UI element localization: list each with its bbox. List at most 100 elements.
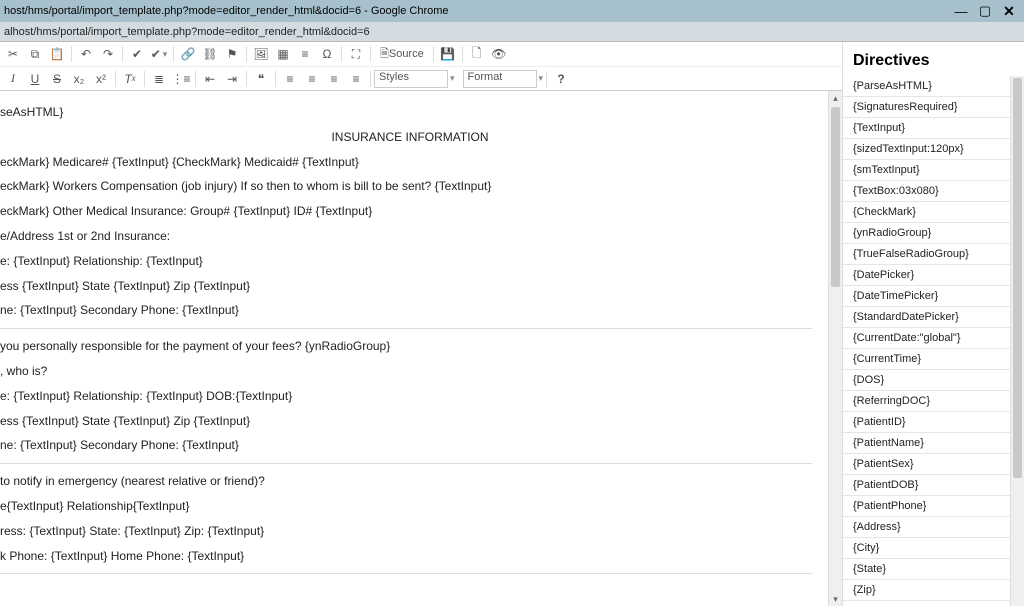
- directive-item[interactable]: {State}: [843, 559, 1024, 580]
- toolbar-separator: [122, 46, 123, 62]
- toolbar-separator: [246, 71, 247, 87]
- directive-item[interactable]: {Address}: [843, 517, 1024, 538]
- editor-line: eckMark} Medicare# {TextInput} {CheckMar…: [0, 151, 834, 174]
- numberedlist-icon[interactable]: ≣: [150, 70, 168, 88]
- toolbar-separator: [341, 46, 342, 62]
- toolbar-separator: [275, 71, 276, 87]
- preview-icon[interactable]: 👁: [490, 45, 508, 63]
- source-button[interactable]: 🗎 Source: [376, 45, 428, 63]
- app-main: ✂ ⧉ 📋 ↶ ↷ ✔ ✔▾ 🔗 ⛓ ⚑ 🖼 ▦ ≡ Ω ⛶: [0, 42, 1024, 606]
- save-icon[interactable]: 💾: [439, 45, 457, 63]
- scroll-thumb[interactable]: [831, 107, 840, 287]
- directive-item[interactable]: {ParseAsHTML}: [843, 76, 1024, 97]
- maximize-icon[interactable]: ⛶: [347, 45, 365, 63]
- directives-scrollbar[interactable]: [1010, 76, 1024, 606]
- editor-line: e: {TextInput} Relationship: {TextInput}: [0, 250, 834, 273]
- toolbar-separator: [173, 46, 174, 62]
- table-icon[interactable]: ▦: [274, 45, 292, 63]
- copy-icon[interactable]: ⧉: [26, 45, 44, 63]
- link-icon[interactable]: 🔗: [179, 45, 197, 63]
- directive-item[interactable]: {CurrentDate:"global"}: [843, 328, 1024, 349]
- editor-hr: [0, 328, 812, 329]
- format-label: Format: [468, 71, 503, 83]
- directive-item[interactable]: {ynRadioGroup}: [843, 223, 1024, 244]
- editor-line: ne: {TextInput} Secondary Phone: {TextIn…: [0, 434, 834, 457]
- specialchar-icon[interactable]: Ω: [318, 45, 336, 63]
- flag-icon[interactable]: ⚑: [223, 45, 241, 63]
- scroll-thumb[interactable]: [1013, 78, 1022, 478]
- directive-item[interactable]: {PatientDOB}: [843, 475, 1024, 496]
- directive-item[interactable]: {DatePicker}: [843, 265, 1024, 286]
- outdent-icon[interactable]: ⇤: [201, 70, 219, 88]
- directive-item[interactable]: {sizedTextInput:120px}: [843, 139, 1024, 160]
- editor-line: k Phone: {TextInput} Home Phone: {TextIn…: [0, 545, 834, 568]
- unlink-icon[interactable]: ⛓: [201, 45, 219, 63]
- spellcheck-dropdown-icon[interactable]: ✔▾: [150, 45, 168, 63]
- format-select[interactable]: Format: [463, 70, 537, 88]
- redo-icon[interactable]: ↷: [99, 45, 117, 63]
- hr-icon[interactable]: ≡: [296, 45, 314, 63]
- spellcheck-icon[interactable]: ✔: [128, 45, 146, 63]
- align-center-icon[interactable]: ≡: [303, 70, 321, 88]
- directive-item[interactable]: {TextInput}: [843, 118, 1024, 139]
- scroll-up-icon[interactable]: ▴: [829, 91, 842, 105]
- underline-icon[interactable]: U: [26, 70, 44, 88]
- indent-icon[interactable]: ⇥: [223, 70, 241, 88]
- editor-line: you personally responsible for the payme…: [0, 335, 834, 358]
- window-minimize-button[interactable]: —: [950, 2, 972, 20]
- browser-titlebar: host/hms/portal/import_template.php?mode…: [0, 0, 1024, 22]
- directive-item[interactable]: {DateTimePicker}: [843, 286, 1024, 307]
- bulletlist-icon[interactable]: ⋮≡: [172, 70, 190, 88]
- align-right-icon[interactable]: ≡: [325, 70, 343, 88]
- directive-item[interactable]: {Zip}: [843, 580, 1024, 601]
- subscript-icon[interactable]: x₂: [70, 70, 88, 88]
- blockquote-icon[interactable]: ❝: [252, 70, 270, 88]
- directive-item[interactable]: {DOS}: [843, 370, 1024, 391]
- undo-icon[interactable]: ↶: [77, 45, 95, 63]
- directive-item[interactable]: {PatientName}: [843, 433, 1024, 454]
- directive-item[interactable]: {SignaturesRequired}: [843, 97, 1024, 118]
- newpage-icon[interactable]: 🗋: [468, 45, 486, 63]
- directives-panel: Directives {ParseAsHTML}{SignaturesRequi…: [842, 42, 1024, 606]
- directive-item[interactable]: {City}: [843, 538, 1024, 559]
- toolbar-separator: [144, 71, 145, 87]
- directive-item[interactable]: {PatientSex}: [843, 454, 1024, 475]
- toolbar-separator: [546, 71, 547, 87]
- toolbar-separator: [246, 46, 247, 62]
- editor-line: , who is?: [0, 360, 834, 383]
- window-maximize-button[interactable]: ▢: [974, 2, 996, 20]
- editor-toolbar: ✂ ⧉ 📋 ↶ ↷ ✔ ✔▾ 🔗 ⛓ ⚑ 🖼 ▦ ≡ Ω ⛶: [0, 42, 842, 91]
- toolbar-separator: [370, 46, 371, 62]
- superscript-icon[interactable]: x²: [92, 70, 110, 88]
- directive-item[interactable]: {TrueFalseRadioGroup}: [843, 244, 1024, 265]
- editor-hr: [0, 463, 812, 464]
- directives-list: {ParseAsHTML}{SignaturesRequired}{TextIn…: [843, 76, 1024, 606]
- chevron-down-icon: ▾: [450, 73, 455, 84]
- help-icon[interactable]: ?: [552, 70, 570, 88]
- removeformat-icon[interactable]: Tx: [121, 70, 139, 88]
- editor-scrollbar[interactable]: ▴ ▾: [828, 91, 842, 606]
- image-icon[interactable]: 🖼: [252, 45, 270, 63]
- directive-item[interactable]: {PatientPhone}: [843, 496, 1024, 517]
- directive-item[interactable]: {TextBox:03x080}: [843, 181, 1024, 202]
- toolbar-separator: [370, 71, 371, 87]
- directive-item[interactable]: {PatientSignature}: [843, 601, 1024, 606]
- editor-body[interactable]: seAsHTML}INSURANCE INFORMATIONeckMark} M…: [0, 91, 842, 606]
- directive-item[interactable]: {ReferringDOC}: [843, 391, 1024, 412]
- directive-item[interactable]: {PatientID}: [843, 412, 1024, 433]
- strike-icon[interactable]: S: [48, 70, 66, 88]
- directive-item[interactable]: {CurrentTime}: [843, 349, 1024, 370]
- directive-item[interactable]: {CheckMark}: [843, 202, 1024, 223]
- align-left-icon[interactable]: ≡: [281, 70, 299, 88]
- scroll-down-icon[interactable]: ▾: [829, 592, 842, 606]
- browser-url: alhost/hms/portal/import_template.php?mo…: [4, 26, 370, 38]
- cut-icon[interactable]: ✂: [4, 45, 22, 63]
- window-close-button[interactable]: ✕: [998, 2, 1020, 20]
- directive-item[interactable]: {StandardDatePicker}: [843, 307, 1024, 328]
- align-justify-icon[interactable]: ≡: [347, 70, 365, 88]
- styles-select[interactable]: Styles: [374, 70, 448, 88]
- paste-icon[interactable]: 📋: [48, 45, 66, 63]
- italic-icon[interactable]: I: [4, 70, 22, 88]
- browser-urlbar[interactable]: alhost/hms/portal/import_template.php?mo…: [0, 22, 1024, 42]
- directive-item[interactable]: {smTextInput}: [843, 160, 1024, 181]
